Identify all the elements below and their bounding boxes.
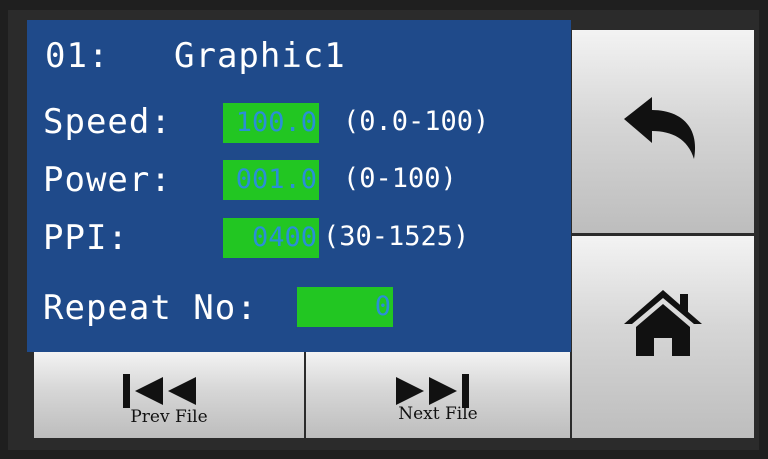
power-value-field[interactable]: 001.0 xyxy=(223,160,319,200)
repeat-value-field[interactable]: 0 xyxy=(297,287,393,327)
next-icon xyxy=(396,374,469,408)
back-button[interactable] xyxy=(572,30,754,233)
file-name: Graphic1 xyxy=(174,36,346,76)
power-range: (0-100) xyxy=(343,163,457,194)
power-label: Power: xyxy=(43,160,172,200)
prev-file-button[interactable]: Prev File xyxy=(34,352,304,438)
repeat-label: Repeat No: xyxy=(43,288,258,328)
ppi-range: (30-1525) xyxy=(323,221,470,252)
speed-value-field[interactable]: 100.0 xyxy=(223,103,319,143)
speed-label: Speed: xyxy=(43,102,172,142)
parameter-panel: 01: Graphic1 Speed: 100.0 (0.0-100) Powe… xyxy=(27,20,571,352)
file-number: 01: xyxy=(45,36,110,76)
prev-file-label: Prev File xyxy=(130,407,208,427)
prev-icon xyxy=(123,374,196,408)
ppi-label: PPI: xyxy=(43,218,129,258)
home-button[interactable] xyxy=(572,236,754,438)
back-arrow-icon xyxy=(624,97,696,159)
next-file-label: Next File xyxy=(398,404,478,424)
ppi-value-field[interactable]: 0400 xyxy=(223,218,319,258)
speed-range: (0.0-100) xyxy=(343,106,490,137)
next-file-button[interactable]: Next File xyxy=(306,352,570,438)
home-icon xyxy=(624,290,702,356)
